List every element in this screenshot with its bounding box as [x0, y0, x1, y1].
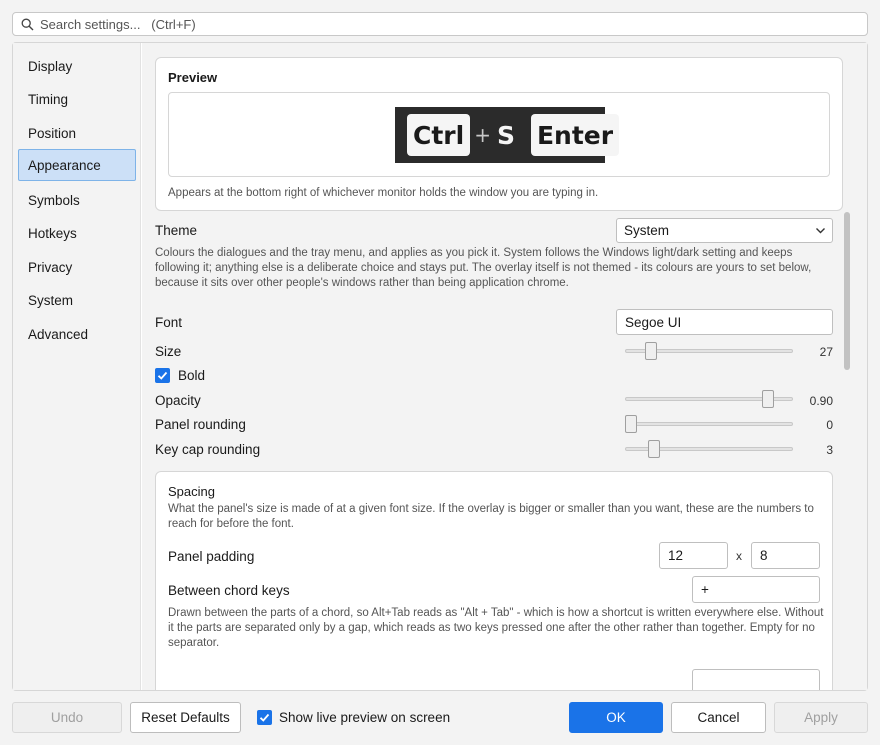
keycap-rounding-slider[interactable]	[625, 440, 793, 458]
sidebar-item-hotkeys[interactable]: Hotkeys	[18, 217, 136, 249]
spacing-title: Spacing	[168, 484, 215, 499]
slider-thumb[interactable]	[625, 415, 637, 433]
chord-separator-description: Drawn between the parts of a chord, so A…	[168, 607, 824, 649]
keycap-ctrl: Ctrl	[407, 114, 471, 156]
search-icon	[21, 18, 34, 30]
font-label: Font	[155, 315, 183, 330]
appearance-panel[interactable]: Preview Ctrl + S Enter Appears at the bo…	[142, 43, 867, 690]
chord-separator-value: +	[701, 582, 709, 597]
search-input[interactable]	[40, 16, 820, 32]
sidebar-item-label: Appearance	[28, 157, 101, 173]
preview-caption: Appears at the bottom right of whichever…	[168, 187, 599, 199]
panel-padding-y-field[interactable]: 8	[751, 542, 820, 569]
font-field-value: Segoe UI	[625, 314, 682, 330]
slider-thumb[interactable]	[648, 440, 661, 458]
keycap-rounding-label: Key cap rounding	[155, 442, 261, 457]
checkmark-icon	[259, 713, 270, 722]
next-setting-field[interactable]	[692, 669, 820, 690]
slider-track	[625, 422, 793, 426]
opacity-label: Opacity	[155, 393, 201, 408]
theme-description: Colours the dialogues and the tray menu,…	[155, 247, 812, 289]
preview-area: Ctrl + S Enter	[168, 92, 830, 177]
opacity-slider[interactable]	[625, 390, 793, 408]
keycap-enter: Enter	[530, 114, 620, 156]
ok-button[interactable]: OK	[569, 702, 663, 733]
sidebar-item-privacy[interactable]: Privacy	[18, 251, 136, 283]
panel-padding-label: Panel padding	[168, 549, 255, 564]
panel-rounding-label: Panel rounding	[155, 417, 246, 432]
cancel-button[interactable]: Cancel	[671, 702, 766, 733]
sidebar-item-timing[interactable]: Timing	[18, 83, 136, 115]
preview-group: Preview Ctrl + S Enter Appears at the bo…	[155, 57, 843, 211]
key-s: S	[496, 120, 515, 150]
size-slider[interactable]	[625, 342, 793, 360]
slider-thumb[interactable]	[645, 342, 658, 360]
sidebar-item-label: Symbols	[28, 192, 80, 208]
chord-separator: +	[474, 123, 491, 147]
bold-checkbox[interactable]	[155, 368, 170, 383]
search-bar[interactable]	[12, 12, 868, 36]
sidebar-item-position[interactable]: Position	[18, 117, 136, 149]
sidebar-item-label: Hotkeys	[28, 225, 77, 241]
sidebar-item-label: Privacy	[28, 259, 73, 275]
sidebar-item-label: System	[28, 292, 74, 308]
sidebar-item-label: Position	[28, 125, 77, 141]
panel-padding-y-value: 8	[760, 548, 768, 563]
apply-button[interactable]: Apply	[774, 702, 868, 733]
panel-rounding-slider[interactable]	[625, 415, 793, 433]
live-preview-label: Show live preview on screen	[279, 710, 451, 725]
overlay-preview: Ctrl + S Enter	[395, 107, 620, 163]
spacing-group: Spacing What the panel's size is made of…	[155, 471, 833, 690]
chord-separator-label: Between chord keys	[168, 583, 290, 598]
sidebar-item-advanced[interactable]: Advanced	[18, 318, 136, 350]
undo-button[interactable]: Undo	[12, 702, 122, 733]
size-label: Size	[155, 344, 182, 359]
reset-defaults-button[interactable]: Reset Defaults	[130, 702, 241, 733]
sidebar-nav: Display Timing Position Appearance Symbo…	[13, 43, 141, 690]
live-preview-checkbox[interactable]	[257, 710, 272, 725]
slider-thumb[interactable]	[762, 390, 775, 408]
panel-padding-x-field[interactable]: 12	[659, 542, 728, 569]
opacity-value: 0.90	[809, 394, 833, 408]
theme-label: Theme	[155, 223, 198, 238]
sidebar-item-symbols[interactable]: Symbols	[18, 184, 136, 216]
size-value: 27	[819, 345, 833, 359]
sidebar-item-label: Timing	[28, 91, 69, 107]
sidebar-item-appearance[interactable]: Appearance	[18, 149, 136, 181]
keycap-rounding-value: 3	[826, 443, 833, 457]
font-field[interactable]: Segoe UI	[616, 309, 833, 335]
sidebar-item-system[interactable]: System	[18, 284, 136, 316]
checkmark-icon	[157, 371, 168, 380]
sidebar-item-label: Display	[28, 58, 73, 74]
bold-label: Bold	[178, 368, 206, 383]
spacing-description: What the panel's size is made of at a gi…	[168, 503, 814, 530]
theme-select-value: System	[624, 223, 670, 238]
theme-select[interactable]: System	[616, 218, 833, 243]
panel-padding-times: x	[736, 549, 742, 563]
sidebar-item-label: Advanced	[28, 326, 89, 342]
panel-rounding-value: 0	[826, 418, 833, 432]
chevron-down-icon	[816, 228, 825, 234]
content-scrollbar[interactable]	[844, 212, 850, 370]
panel-padding-x-value: 12	[668, 548, 684, 563]
preview-title: Preview	[168, 70, 218, 85]
sidebar-item-display[interactable]: Display	[18, 50, 136, 82]
chord-separator-field[interactable]: +	[692, 576, 820, 603]
